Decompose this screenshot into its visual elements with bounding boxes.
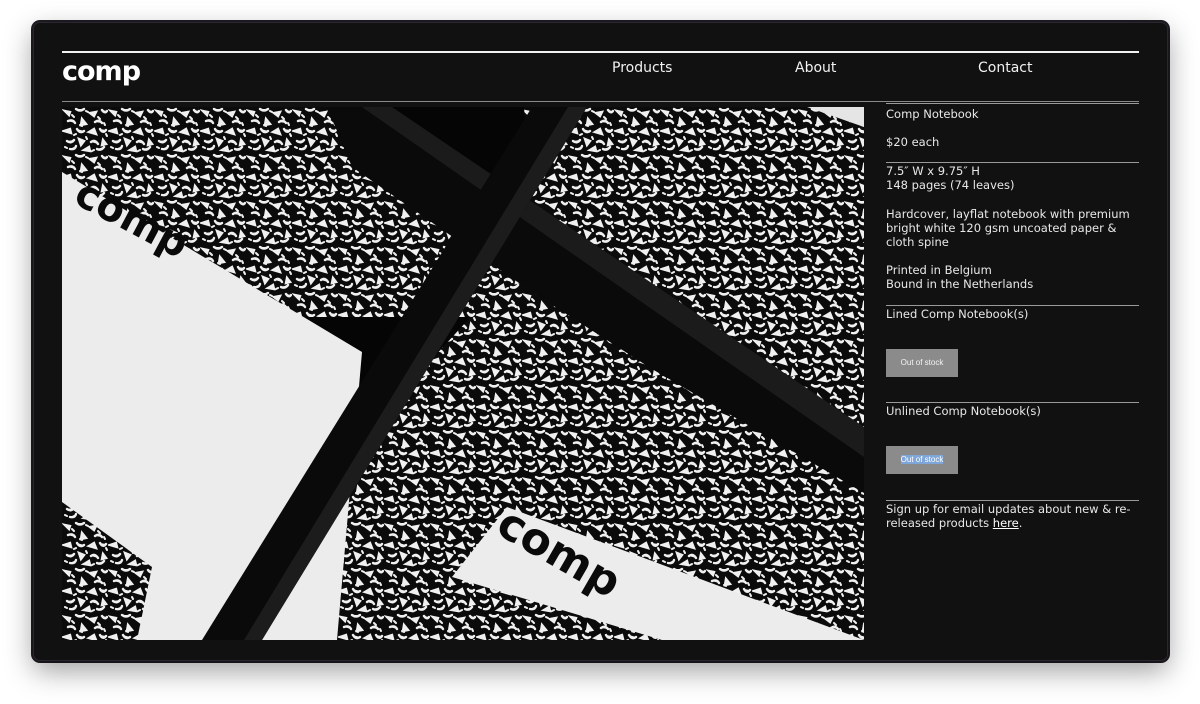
product-bound: Bound in the Netherlands xyxy=(886,277,1034,291)
unlined-out-of-stock-button[interactable]: Out of stock xyxy=(886,446,958,474)
product-pages: 148 pages (74 leaves) xyxy=(886,178,1015,192)
site-logo[interactable]: comp xyxy=(62,57,141,87)
top-rule xyxy=(62,51,1139,53)
product-photo: comp comp xyxy=(62,107,864,640)
product-printed: Printed in Belgium xyxy=(886,263,992,277)
variant-lined-label: Lined Comp Notebook(s) xyxy=(886,307,1029,321)
info-rule-4 xyxy=(886,402,1139,403)
nav-about[interactable]: About xyxy=(795,59,836,77)
nav-products[interactable]: Products xyxy=(612,59,672,77)
product-name: Comp Notebook xyxy=(886,107,979,121)
unlined-button-label: Out of stock xyxy=(900,455,944,464)
variant-unlined-label: Unlined Comp Notebook(s) xyxy=(886,404,1041,418)
lined-button-label: Out of stock xyxy=(900,358,944,367)
product-price: $20 each xyxy=(886,135,940,149)
browser-window: comp Products About Contact comp comp Co… xyxy=(33,22,1168,661)
header-rule xyxy=(62,101,1139,102)
product-dimensions: 7.5″ W x 9.75″ H xyxy=(886,164,980,178)
product-description: Hardcover, layflat notebook with premium… xyxy=(886,207,1130,249)
info-rule-2 xyxy=(886,162,1139,163)
signup-link[interactable]: here xyxy=(993,516,1019,530)
lined-out-of-stock-button[interactable]: Out of stock xyxy=(886,349,958,377)
nav-contact[interactable]: Contact xyxy=(978,59,1032,77)
signup-text: Sign up for email updates about new & re… xyxy=(886,502,1139,530)
info-rule-top xyxy=(886,103,1139,104)
info-rule-3 xyxy=(886,305,1139,306)
signup-period: . xyxy=(1018,516,1023,530)
info-rule-5 xyxy=(886,500,1139,501)
